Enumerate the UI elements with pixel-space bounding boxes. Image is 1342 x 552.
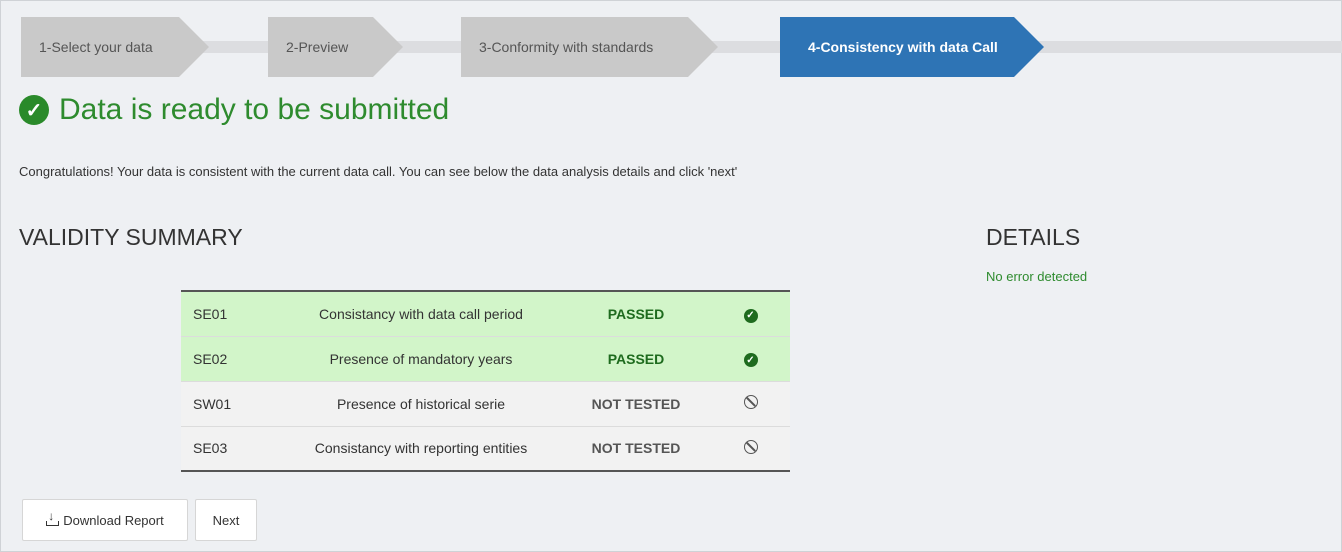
rule-status: PASSED <box>561 335 711 381</box>
headline-text: Data is ready to be submitted <box>59 93 450 126</box>
rule-code: SE03 <box>181 425 281 471</box>
step-conformity[interactable]: 3-Conformity with standards <box>461 17 718 77</box>
check-circle-icon: ✓ <box>743 353 758 368</box>
rule-code: SE01 <box>193 305 228 322</box>
table-row: SW01 Presence of historical serie NOT TE… <box>181 380 790 426</box>
check-circle-icon: ✓ <box>19 95 49 125</box>
rule-status: PASSED <box>607 305 665 322</box>
validity-summary-table: SE01 Consistancy with data call period P… <box>181 290 790 472</box>
details-message: No error detected <box>986 269 1088 284</box>
ban-icon <box>743 439 758 454</box>
check-circle-icon: ✓ <box>743 308 758 323</box>
rule-description: Presence of historical serie <box>281 380 561 426</box>
rule-description: Consistancy with data call period <box>319 305 523 322</box>
next-button[interactable]: Next <box>195 499 257 541</box>
step-preview[interactable]: 2-Preview <box>268 17 403 77</box>
step-label: 4-Consistency with data Call <box>808 39 998 55</box>
table-row: SE02 Presence of mandatory years PASSED … <box>181 335 790 381</box>
rule-status: NOT TESTED <box>561 380 711 426</box>
step-select-data[interactable]: 1-Select your data <box>21 17 209 77</box>
step-label: 1-Select your data <box>39 39 153 55</box>
validity-summary-title: VALIDITY SUMMARY <box>19 224 243 250</box>
table-row: SE01 Consistancy with data call period P… <box>181 291 790 336</box>
rule-code: SE02 <box>181 335 281 381</box>
ready-headline: ✓ Data is ready to be submitted <box>19 93 449 127</box>
step-label: 2-Preview <box>286 39 349 55</box>
rule-description: Presence of mandatory years <box>281 335 561 381</box>
download-report-button[interactable]: Download Report <box>22 499 188 541</box>
download-report-label: Download Report <box>63 512 164 528</box>
next-label: Next <box>212 512 240 528</box>
rule-description: Consistancy with reporting entities <box>281 425 561 471</box>
wizard-steps: 1-Select your data 2-Preview 3-Conformit… <box>21 17 1342 77</box>
details-title: DETAILS <box>986 224 1081 250</box>
step-consistency[interactable]: 4-Consistency with data Call <box>780 17 1044 77</box>
step-label: 3-Conformity with standards <box>479 39 654 55</box>
rule-code: SW01 <box>181 380 281 426</box>
rule-status: NOT TESTED <box>561 425 711 471</box>
congratulations-message: Congratulations! Your data is consistent… <box>19 164 738 179</box>
download-icon <box>46 509 60 526</box>
ban-icon <box>743 395 758 409</box>
table-row: SE03 Consistancy with reporting entities… <box>181 425 790 471</box>
